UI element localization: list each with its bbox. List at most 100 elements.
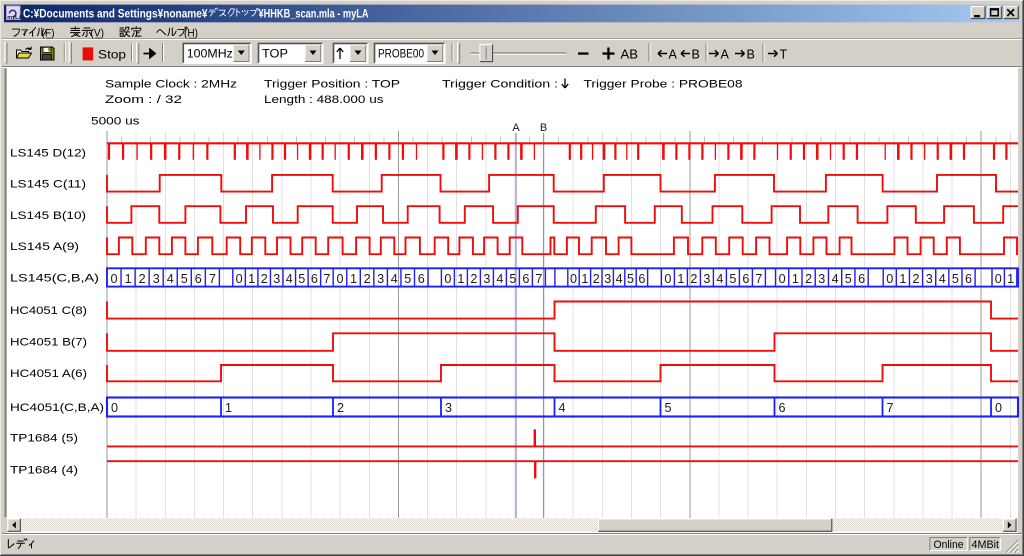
- svg-text:6: 6: [638, 272, 645, 286]
- svg-text:2: 2: [139, 272, 146, 286]
- svg-text:0: 0: [111, 401, 118, 415]
- svg-text:0: 0: [664, 272, 671, 286]
- svg-text:7: 7: [887, 401, 894, 415]
- svg-text:5: 5: [729, 272, 736, 286]
- svg-text:6: 6: [195, 272, 202, 286]
- svg-text:1: 1: [899, 272, 906, 286]
- svg-text:B: B: [747, 47, 755, 61]
- svg-text:PROBE00: PROBE00: [378, 49, 424, 61]
- svg-text:3: 3: [483, 272, 490, 286]
- svg-text:0: 0: [444, 272, 451, 286]
- svg-text:2: 2: [364, 272, 371, 286]
- svg-text:C:¥Documents and Settings¥nona: C:¥Documents and Settings¥noname¥: [23, 9, 208, 21]
- svg-text:(F): (F): [42, 28, 55, 40]
- svg-text:1: 1: [125, 272, 132, 286]
- svg-text:Trigger Condition :: Trigger Condition :: [442, 79, 558, 91]
- svg-text:5000 us: 5000 us: [91, 116, 140, 128]
- svg-text:6: 6: [742, 272, 749, 286]
- svg-text:4: 4: [167, 272, 174, 286]
- svg-text:4: 4: [716, 272, 723, 286]
- svg-text:(V): (V): [91, 28, 105, 40]
- svg-text:HC4051(C,B,A): HC4051(C,B,A): [10, 402, 104, 414]
- svg-text:5: 5: [627, 272, 634, 286]
- svg-text:2: 2: [593, 272, 600, 286]
- svg-text:HC4051 C(8): HC4051 C(8): [10, 305, 87, 317]
- svg-text:5: 5: [298, 272, 305, 286]
- svg-text:LS145 A(9): LS145 A(9): [10, 241, 79, 253]
- svg-text:1: 1: [350, 272, 357, 286]
- svg-text:3: 3: [273, 272, 280, 286]
- svg-text:0: 0: [236, 272, 243, 286]
- svg-text:Trigger Position : TOP: Trigger Position : TOP: [264, 79, 400, 91]
- svg-text:A: A: [721, 47, 730, 61]
- svg-text:3: 3: [926, 272, 933, 286]
- svg-text:LS145 D(12): LS145 D(12): [10, 147, 86, 159]
- svg-text:HC4051 A(6): HC4051 A(6): [10, 368, 87, 380]
- svg-text:4: 4: [832, 272, 839, 286]
- svg-text:1: 1: [792, 272, 799, 286]
- svg-text:3: 3: [604, 272, 611, 286]
- svg-text:4MBit: 4MBit: [972, 539, 1000, 551]
- svg-text:1: 1: [457, 272, 464, 286]
- svg-text:6: 6: [522, 272, 529, 286]
- svg-text:5: 5: [181, 272, 188, 286]
- svg-text:T: T: [780, 47, 788, 61]
- svg-text:4: 4: [391, 272, 398, 286]
- svg-text:Zoom : / 32: Zoom : / 32: [105, 94, 182, 106]
- svg-text:2: 2: [470, 272, 477, 286]
- svg-text:Length : 488.000 us: Length : 488.000 us: [264, 94, 384, 106]
- svg-text:B: B: [540, 122, 547, 134]
- svg-text:7: 7: [209, 272, 216, 286]
- svg-text:(H): (H): [184, 28, 198, 40]
- svg-text:0: 0: [110, 272, 117, 286]
- svg-text:2: 2: [337, 401, 344, 415]
- svg-text:3: 3: [377, 272, 384, 286]
- svg-text:6: 6: [418, 272, 425, 286]
- svg-text:2: 2: [912, 272, 919, 286]
- svg-text:AB: AB: [621, 47, 639, 62]
- svg-text:100MHz: 100MHz: [187, 49, 233, 61]
- svg-text:4: 4: [939, 272, 946, 286]
- svg-text:7: 7: [323, 272, 330, 286]
- svg-text:0: 0: [995, 272, 1002, 286]
- svg-text:LS145 C(11): LS145 C(11): [10, 179, 86, 191]
- svg-text:5: 5: [845, 272, 852, 286]
- svg-text:3: 3: [818, 272, 825, 286]
- svg-text:2: 2: [261, 272, 268, 286]
- svg-text:0: 0: [995, 401, 1002, 415]
- svg-text:Online: Online: [934, 539, 964, 551]
- svg-text:Stop: Stop: [98, 50, 126, 62]
- svg-text:7: 7: [755, 272, 762, 286]
- svg-text:5: 5: [404, 272, 411, 286]
- svg-text:5: 5: [665, 401, 672, 415]
- svg-text:2: 2: [805, 272, 812, 286]
- svg-text:3: 3: [445, 401, 452, 415]
- svg-text:A: A: [669, 47, 678, 61]
- svg-text:Trigger Probe : PROBE08: Trigger Probe : PROBE08: [584, 79, 743, 91]
- svg-text:¥HHKB_scan.mla - myLA: ¥HHKB_scan.mla - myLA: [259, 9, 369, 21]
- svg-text:4: 4: [559, 401, 566, 415]
- svg-text:6: 6: [779, 401, 786, 415]
- svg-text:7: 7: [535, 272, 542, 286]
- svg-text:TOP: TOP: [262, 49, 288, 61]
- svg-text:Sample Clock : 2MHz: Sample Clock : 2MHz: [105, 79, 237, 91]
- svg-text:TP1684 (5): TP1684 (5): [10, 433, 78, 445]
- svg-text:TP1684 (4): TP1684 (4): [10, 465, 78, 477]
- svg-text:1: 1: [225, 401, 232, 415]
- svg-text:myLA: myLA: [7, 15, 22, 21]
- svg-text:B: B: [692, 47, 700, 61]
- svg-text:1: 1: [581, 272, 588, 286]
- svg-text:A: A: [512, 122, 520, 134]
- svg-text:LS145(C,B,A): LS145(C,B,A): [10, 272, 99, 284]
- svg-text:LS145 B(10): LS145 B(10): [10, 210, 86, 222]
- svg-text:3: 3: [153, 272, 160, 286]
- svg-text:4: 4: [286, 272, 293, 286]
- svg-text:5: 5: [509, 272, 516, 286]
- svg-text:5: 5: [952, 272, 959, 286]
- svg-text:1: 1: [1007, 272, 1014, 286]
- svg-text:6: 6: [858, 272, 865, 286]
- svg-text:6: 6: [311, 272, 318, 286]
- svg-text:HC4051 B(7): HC4051 B(7): [10, 337, 87, 349]
- svg-text:4: 4: [616, 272, 623, 286]
- svg-text:3: 3: [703, 272, 710, 286]
